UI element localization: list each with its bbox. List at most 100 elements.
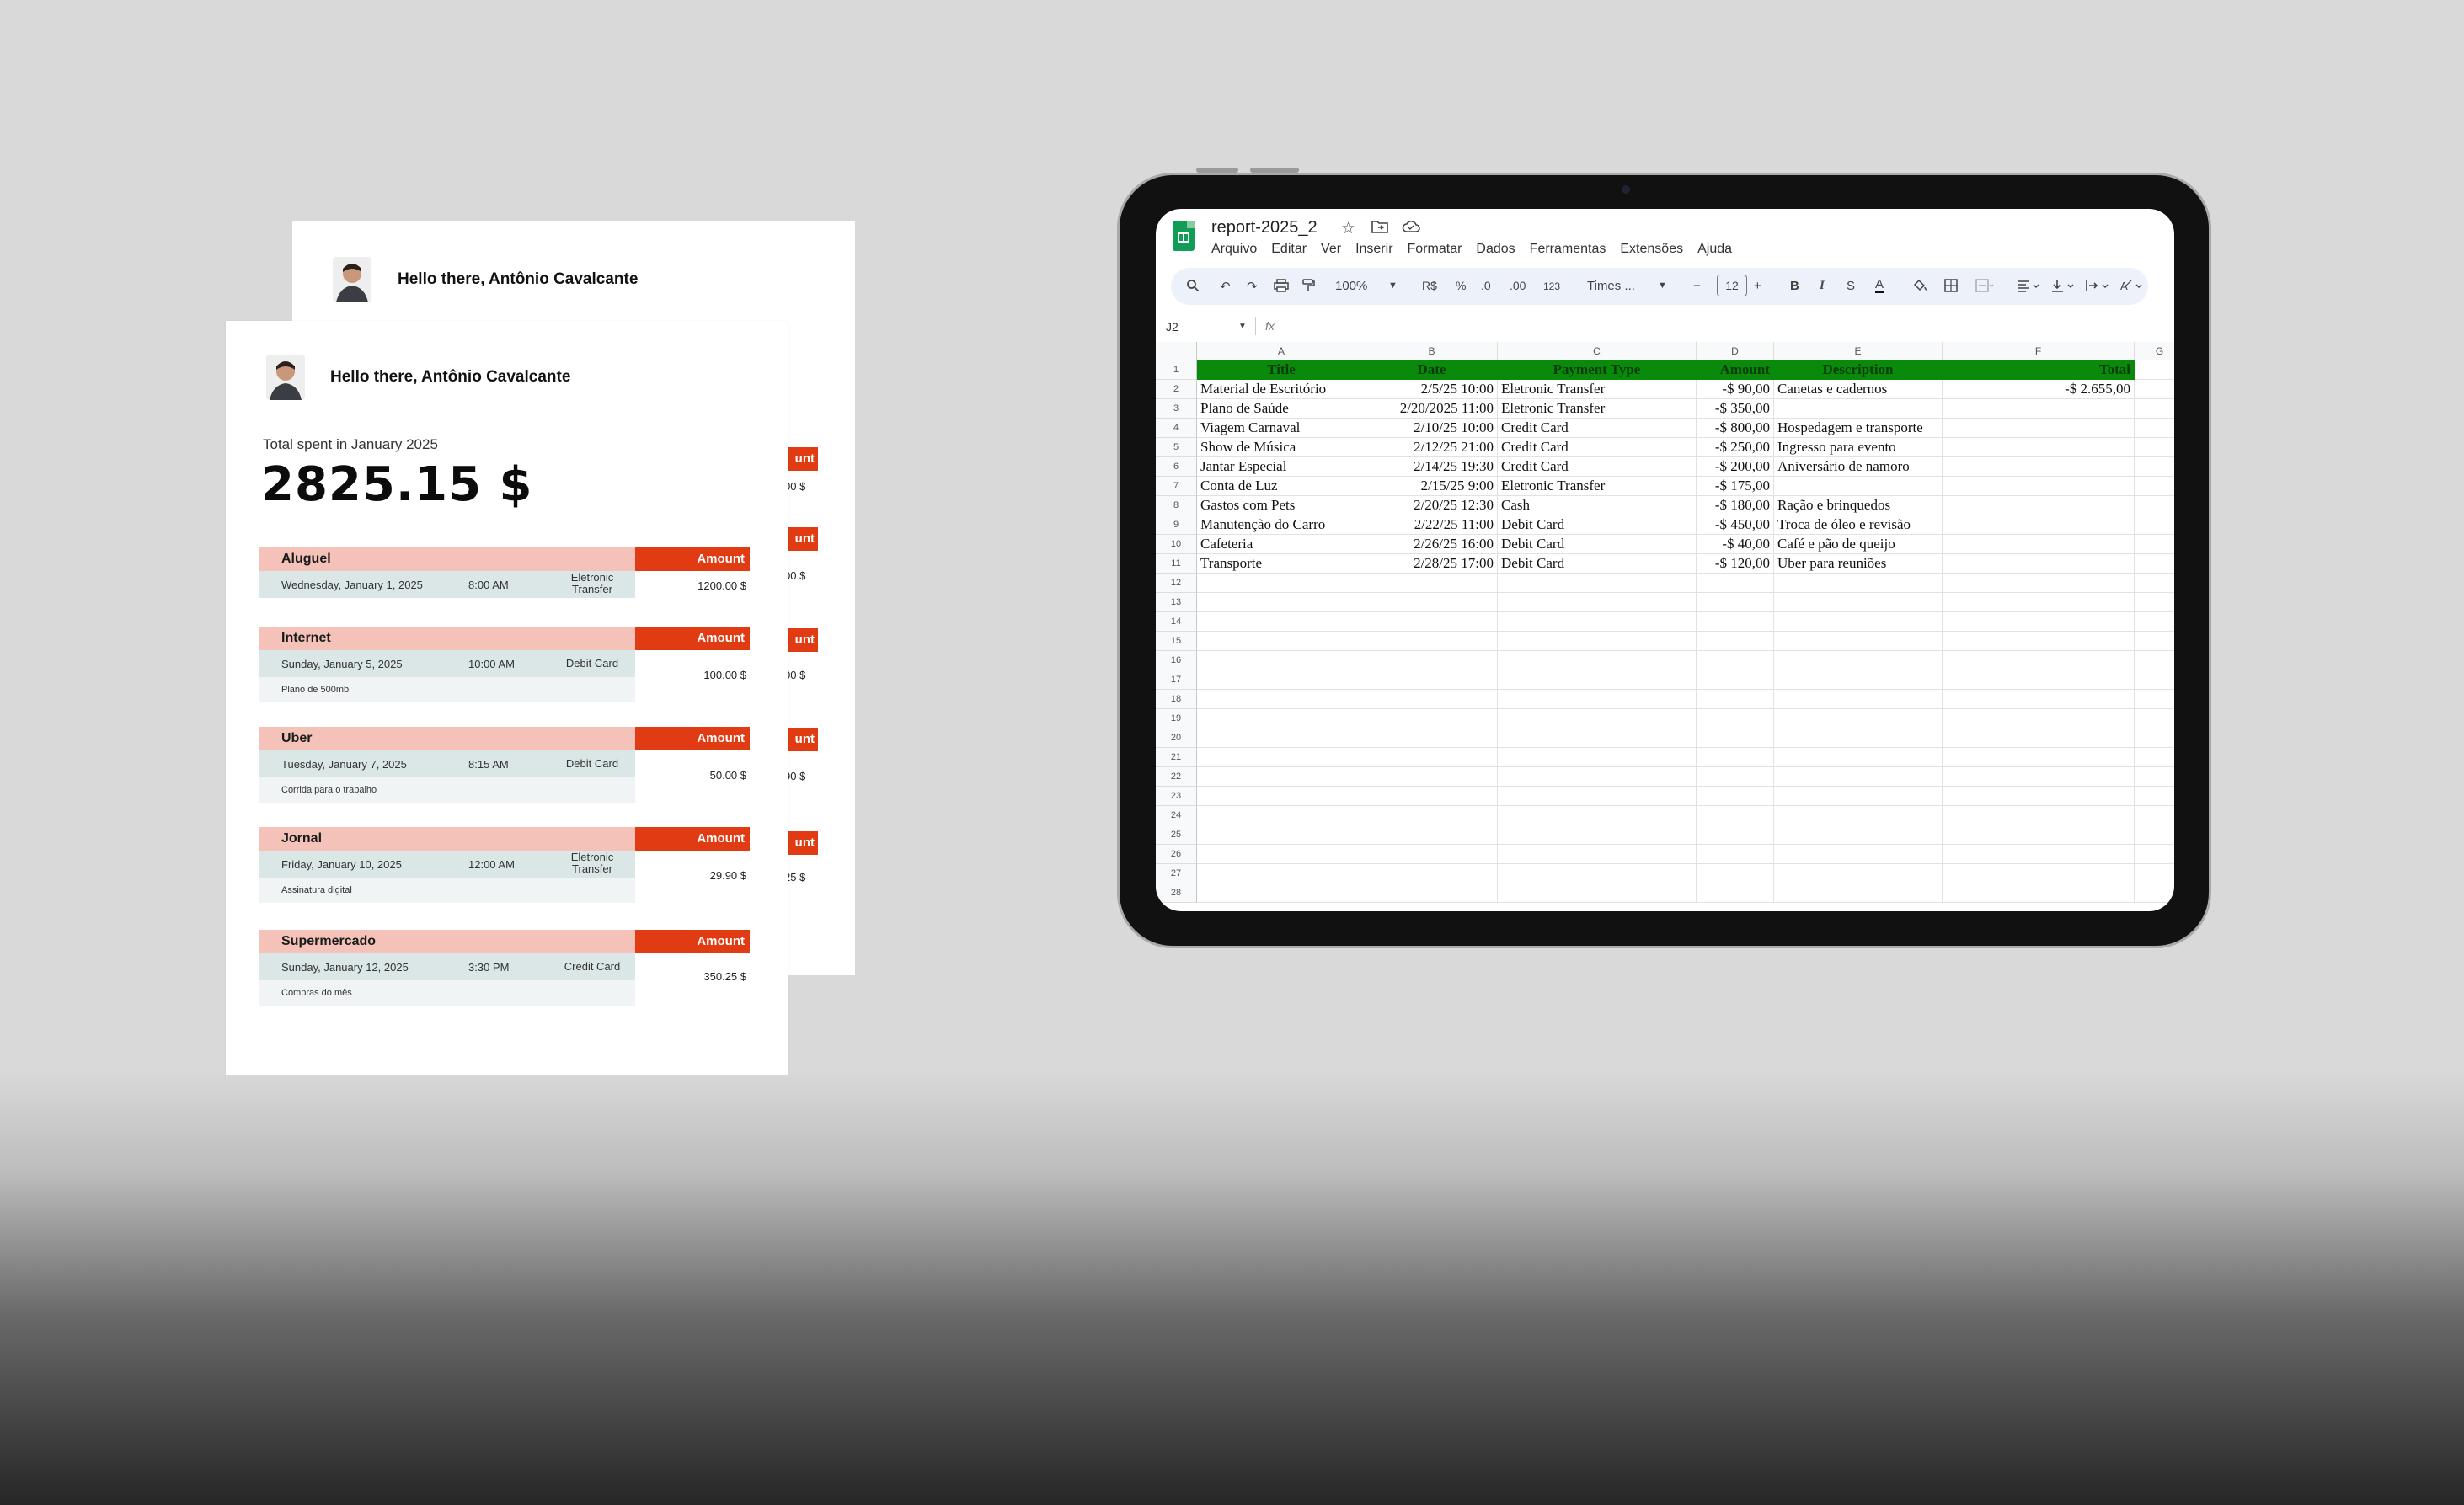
column-header-e[interactable]: E — [1774, 342, 1943, 360]
empty-cell[interactable] — [1774, 670, 1943, 690]
text-rotation-icon[interactable]: A — [2119, 279, 2145, 296]
table-cell[interactable]: 2/26/25 16:00 — [1366, 535, 1498, 554]
font-size-input[interactable]: 12 — [1717, 275, 1747, 296]
empty-cell[interactable] — [2135, 806, 2174, 825]
table-cell[interactable] — [1774, 477, 1943, 496]
empty-cell[interactable] — [1197, 574, 1366, 593]
table-cell[interactable] — [1943, 399, 2135, 419]
row-header[interactable]: 8 — [1156, 496, 1197, 515]
percent-format-button[interactable]: % — [1456, 279, 1466, 292]
table-cell[interactable]: Credit Card — [1498, 438, 1697, 457]
empty-cell[interactable] — [1498, 864, 1697, 883]
empty-cell[interactable] — [1697, 767, 1774, 787]
empty-cell[interactable] — [1774, 864, 1943, 883]
table-cell[interactable]: Viagem Carnaval — [1197, 419, 1366, 438]
empty-cell[interactable] — [2135, 767, 2174, 787]
row-header[interactable]: 12 — [1156, 574, 1197, 593]
redo-icon[interactable]: ↷ — [1247, 279, 1258, 294]
menu-formatar[interactable]: Formatar — [1408, 242, 1462, 257]
row-header[interactable]: 28 — [1156, 883, 1197, 903]
empty-cell[interactable] — [1943, 806, 2135, 825]
row-header[interactable]: 24 — [1156, 806, 1197, 825]
row-header[interactable]: 10 — [1156, 535, 1197, 554]
empty-cell[interactable] — [1197, 670, 1366, 690]
row-header[interactable]: 19 — [1156, 709, 1197, 728]
table-cell[interactable]: Gastos com Pets — [1197, 496, 1366, 515]
search-icon[interactable] — [1186, 279, 1200, 296]
empty-cell[interactable] — [1774, 883, 1943, 903]
text-wrap-icon[interactable] — [2086, 279, 2109, 296]
empty-cell[interactable] — [1774, 690, 1943, 709]
row-header[interactable]: 2 — [1156, 380, 1197, 399]
empty-cell[interactable] — [2135, 864, 2174, 883]
menu-arquivo[interactable]: Arquivo — [1211, 242, 1257, 257]
empty-cell[interactable] — [1943, 651, 2135, 670]
table-cell[interactable]: Material de Escritório — [1197, 380, 1366, 399]
paint-format-icon[interactable] — [1301, 279, 1315, 296]
empty-cell[interactable] — [1366, 670, 1498, 690]
empty-cell[interactable] — [2135, 690, 2174, 709]
empty-cell[interactable] — [2135, 554, 2174, 574]
table-cell[interactable]: Troca de óleo e revisão — [1774, 515, 1943, 535]
table-cell[interactable]: Conta de Luz — [1197, 477, 1366, 496]
empty-cell[interactable] — [1774, 825, 1943, 845]
zoom-select[interactable]: 100% — [1335, 279, 1367, 293]
print-icon[interactable] — [1274, 279, 1289, 296]
undo-icon[interactable]: ↶ — [1220, 279, 1231, 294]
empty-cell[interactable] — [2135, 535, 2174, 554]
empty-cell[interactable] — [1943, 845, 2135, 864]
table-cell[interactable]: Credit Card — [1498, 419, 1697, 438]
table-cell[interactable]: Canetas e cadernos — [1774, 380, 1943, 399]
table-cell[interactable] — [1943, 554, 2135, 574]
empty-cell[interactable] — [2135, 457, 2174, 477]
empty-cell[interactable] — [1697, 728, 1774, 748]
table-cell[interactable]: Credit Card — [1498, 457, 1697, 477]
row-header[interactable]: 13 — [1156, 593, 1197, 612]
table-cell[interactable]: 2/15/25 9:00 — [1366, 477, 1498, 496]
empty-cell[interactable] — [1774, 748, 1943, 767]
empty-cell[interactable] — [1943, 767, 2135, 787]
table-cell[interactable]: Eletronic Transfer — [1498, 380, 1697, 399]
empty-cell[interactable] — [1366, 806, 1498, 825]
table-cell[interactable]: -$ 40,00 — [1697, 535, 1774, 554]
table-cell[interactable]: Manutenção do Carro — [1197, 515, 1366, 535]
table-cell[interactable]: 2/10/25 10:00 — [1366, 419, 1498, 438]
number-format-button[interactable]: 123 — [1543, 280, 1560, 292]
empty-cell[interactable] — [1366, 574, 1498, 593]
row-header[interactable]: 16 — [1156, 651, 1197, 670]
empty-cell[interactable] — [1697, 787, 1774, 806]
empty-cell[interactable] — [1197, 690, 1366, 709]
row-header[interactable]: 21 — [1156, 748, 1197, 767]
empty-cell[interactable] — [2135, 728, 2174, 748]
empty-cell[interactable] — [2135, 748, 2174, 767]
cloud-status-icon[interactable] — [1402, 220, 1420, 237]
table-cell[interactable]: Hospedagem e transporte — [1774, 419, 1943, 438]
table-cell[interactable] — [1943, 515, 2135, 535]
menu-editar[interactable]: Editar — [1271, 242, 1307, 257]
row-header[interactable]: 27 — [1156, 864, 1197, 883]
row-header[interactable]: 20 — [1156, 728, 1197, 748]
row-header[interactable]: 6 — [1156, 457, 1197, 477]
empty-cell[interactable] — [1943, 574, 2135, 593]
chevron-down-icon[interactable]: ▼ — [1388, 280, 1398, 291]
table-cell[interactable]: Debit Card — [1498, 554, 1697, 574]
table-cell[interactable]: 2/5/25 10:00 — [1366, 380, 1498, 399]
row-header[interactable]: 1 — [1156, 360, 1197, 380]
empty-cell[interactable] — [1498, 806, 1697, 825]
empty-cell[interactable] — [1774, 806, 1943, 825]
empty-cell[interactable] — [2135, 632, 2174, 651]
table-cell[interactable]: Ingresso para evento — [1774, 438, 1943, 457]
row-header[interactable]: 4 — [1156, 419, 1197, 438]
menu-ajuda[interactable]: Ajuda — [1697, 242, 1732, 257]
table-cell[interactable]: -$ 250,00 — [1697, 438, 1774, 457]
header-cell[interactable]: Date — [1366, 360, 1498, 380]
column-header-a[interactable]: A — [1197, 342, 1366, 360]
empty-cell[interactable] — [2135, 496, 2174, 515]
empty-cell[interactable] — [1943, 787, 2135, 806]
empty-cell[interactable] — [1197, 748, 1366, 767]
header-cell[interactable]: Payment Type — [1498, 360, 1697, 380]
table-cell[interactable]: Eletronic Transfer — [1498, 399, 1697, 419]
empty-cell[interactable] — [1498, 728, 1697, 748]
menu-extensoes[interactable]: Extensões — [1620, 242, 1683, 257]
table-cell[interactable]: 2/12/25 21:00 — [1366, 438, 1498, 457]
